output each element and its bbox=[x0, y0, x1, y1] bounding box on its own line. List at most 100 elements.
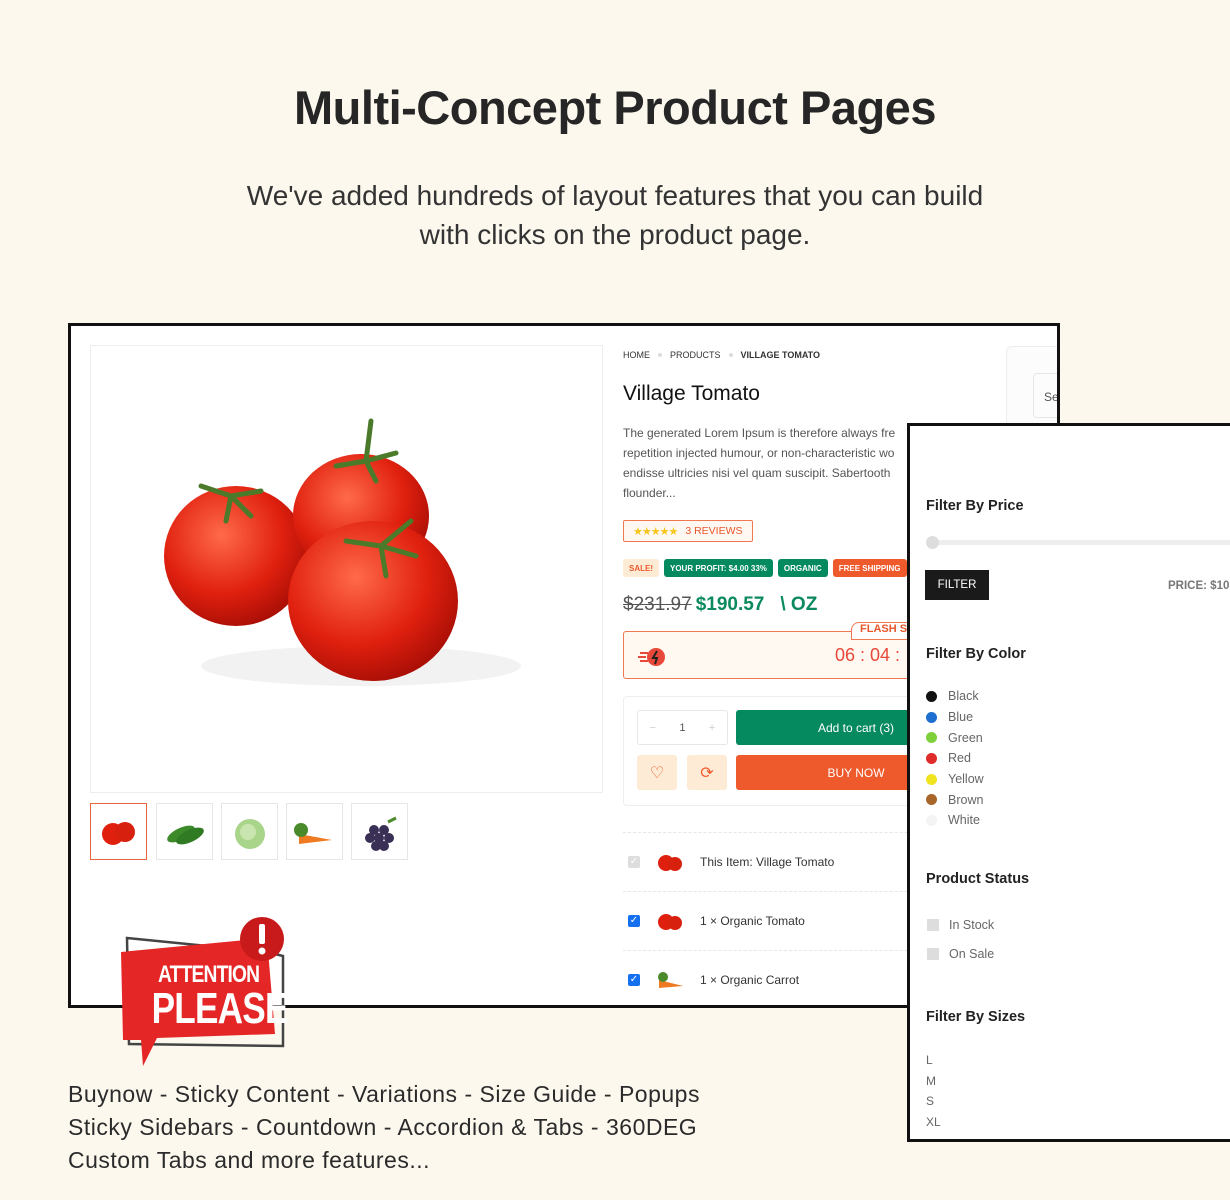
status-in-stock[interactable]: In Stock bbox=[927, 910, 994, 939]
color-label: Green bbox=[948, 730, 983, 745]
bundle-label[interactable]: 1 × Organic Tomato bbox=[700, 914, 805, 928]
filter-color-heading: Filter By Color bbox=[926, 646, 1026, 662]
breadcrumb-home[interactable]: HOME bbox=[623, 350, 650, 360]
stopwatch-icon bbox=[638, 648, 665, 666]
tomato-thumb-icon bbox=[652, 903, 688, 939]
status-list: In Stock On Sale bbox=[927, 910, 994, 968]
breadcrumb-current: VILLAGE TOMATO bbox=[740, 350, 821, 360]
color-option-red[interactable]: Red bbox=[926, 748, 984, 769]
feature-list: Buynow - Sticky Content - Variations - S… bbox=[68, 1078, 700, 1177]
bundle-label: This Item: Village Tomato bbox=[700, 854, 835, 869]
color-list: Black Blue Green Red Yellow Brown White bbox=[926, 686, 984, 831]
color-swatch bbox=[926, 794, 937, 806]
color-swatch bbox=[926, 752, 937, 764]
size-option[interactable]: S bbox=[926, 1091, 941, 1112]
carrot-thumb-icon bbox=[652, 962, 688, 998]
size-list: L M S XL bbox=[926, 1050, 941, 1133]
subtitle-line: with clicks on the product page. bbox=[419, 219, 811, 250]
size-option[interactable]: M bbox=[926, 1071, 941, 1092]
color-option-yellow[interactable]: Yellow bbox=[926, 769, 984, 790]
color-swatch bbox=[926, 814, 937, 826]
subtitle-line: We've added hundreds of layout features … bbox=[246, 180, 984, 211]
color-label: Yellow bbox=[948, 772, 984, 787]
qty-minus-button[interactable]: − bbox=[650, 722, 656, 734]
size-option[interactable]: XL bbox=[926, 1112, 941, 1133]
old-price: $231.97 bbox=[623, 594, 692, 615]
current-price: $190.57 bbox=[695, 594, 765, 615]
color-option-white[interactable]: White bbox=[926, 810, 984, 831]
thumbnail-carrot[interactable] bbox=[286, 803, 343, 860]
size-option[interactable]: L bbox=[926, 1050, 941, 1071]
price-unit: \ OZ bbox=[780, 594, 818, 615]
description-line: The generated Lorem Ipsum is therefore a… bbox=[623, 426, 896, 440]
thumbnail-tomato[interactable] bbox=[90, 803, 147, 860]
description-line: flounder... bbox=[623, 486, 676, 500]
color-label: Brown bbox=[948, 792, 984, 807]
tomato-image bbox=[164, 418, 521, 686]
bundle-label[interactable]: 1 × Organic Carrot bbox=[700, 973, 799, 987]
product-description: The generated Lorem Ipsum is therefore a… bbox=[623, 423, 923, 503]
organic-badge: ORGANIC bbox=[777, 559, 828, 577]
feature-line: Sticky Sidebars - Countdown - Accordion … bbox=[68, 1114, 698, 1140]
filter-price-heading: Filter By Price bbox=[926, 498, 1024, 514]
color-swatch bbox=[926, 690, 937, 702]
color-option-green[interactable]: Green bbox=[926, 727, 984, 748]
color-label: White bbox=[948, 813, 980, 828]
qty-plus-button[interactable]: + bbox=[709, 722, 715, 734]
quantity-stepper[interactable]: − 1 + bbox=[637, 710, 728, 745]
color-option-blue[interactable]: Blue bbox=[926, 707, 984, 728]
price-slider[interactable] bbox=[928, 540, 1230, 545]
color-swatch bbox=[926, 732, 937, 744]
breadcrumb-products[interactable]: PRODUCTS bbox=[670, 350, 721, 360]
wishlist-heart-icon[interactable]: ♡ bbox=[637, 755, 677, 790]
product-image[interactable] bbox=[90, 345, 603, 793]
description-line: endisse ultricies nisi vel quam suscipit… bbox=[623, 466, 891, 480]
page-subtitle: We've added hundreds of layout features … bbox=[0, 176, 1230, 254]
compare-refresh-icon[interactable]: ⟳ bbox=[687, 755, 727, 790]
filter-sizes-heading: Filter By Sizes bbox=[926, 1009, 1026, 1025]
countdown-timer: 06 : 04 : bbox=[835, 645, 901, 665]
profit-badge: YOUR PROFIT: $4.00 33% bbox=[664, 559, 773, 577]
feature-line: Buynow - Sticky Content - Variations - S… bbox=[68, 1081, 700, 1107]
filter-sidebar: Filter By Price FILTER PRICE: $10 Filter… bbox=[907, 423, 1230, 1142]
price: $231.97 $190.57 \ OZ bbox=[623, 594, 817, 616]
color-label: Blue bbox=[948, 710, 974, 725]
color-label: Red bbox=[948, 751, 971, 766]
status-label: In Stock bbox=[949, 917, 995, 932]
bundle-checkbox: ✓ bbox=[628, 855, 640, 868]
checkbox[interactable] bbox=[927, 947, 939, 960]
free-shipping-badge: FREE SHIPPING bbox=[832, 559, 907, 577]
thumbnail-grapes[interactable] bbox=[351, 803, 408, 860]
status-label: On Sale bbox=[949, 946, 995, 961]
bundle-checkbox[interactable]: ✓ bbox=[628, 973, 640, 986]
status-on-sale[interactable]: On Sale bbox=[927, 939, 994, 968]
price-slider-handle[interactable] bbox=[926, 536, 939, 549]
breadcrumb: HOME PRODUCTS VILLAGE TOMATO bbox=[623, 350, 820, 360]
product-title: Village Tomato bbox=[623, 382, 760, 405]
description-line: repetition injected humour, or non-chara… bbox=[623, 446, 895, 460]
thumbnail-cucumber[interactable] bbox=[156, 803, 213, 860]
page-title: Multi-Concept Product Pages bbox=[294, 81, 936, 134]
color-label: Black bbox=[948, 689, 979, 704]
product-status-heading: Product Status bbox=[926, 871, 1030, 887]
reviews-count: 3 REVIEWS bbox=[685, 525, 743, 537]
checkbox[interactable] bbox=[927, 918, 939, 931]
badges: SALE! YOUR PROFIT: $4.00 33% ORGANIC FRE… bbox=[623, 559, 907, 577]
bundle-checkbox[interactable]: ✓ bbox=[628, 914, 640, 927]
tomato-thumb-icon bbox=[652, 844, 688, 880]
sale-badge: SALE! bbox=[623, 559, 659, 577]
price-range-label: PRICE: $10 bbox=[1168, 580, 1230, 592]
qty-value[interactable]: 1 bbox=[679, 722, 685, 734]
attention-please-badge: ATTENTION PLEASE bbox=[117, 916, 289, 1068]
badge-text: PLEASE bbox=[151, 984, 289, 1033]
reviews-link[interactable]: ★★★★★ 3 REVIEWS bbox=[623, 520, 753, 542]
search-input[interactable]: Se bbox=[1033, 373, 1057, 418]
color-swatch bbox=[926, 711, 937, 723]
thumbnail-cabbage[interactable] bbox=[221, 803, 278, 860]
star-rating-icon: ★★★★★ bbox=[633, 525, 678, 538]
filter-button[interactable]: FILTER bbox=[925, 570, 989, 600]
color-option-black[interactable]: Black bbox=[926, 686, 984, 707]
color-option-brown[interactable]: Brown bbox=[926, 789, 984, 810]
color-swatch bbox=[926, 773, 937, 785]
feature-line: Custom Tabs and more features... bbox=[68, 1147, 431, 1173]
